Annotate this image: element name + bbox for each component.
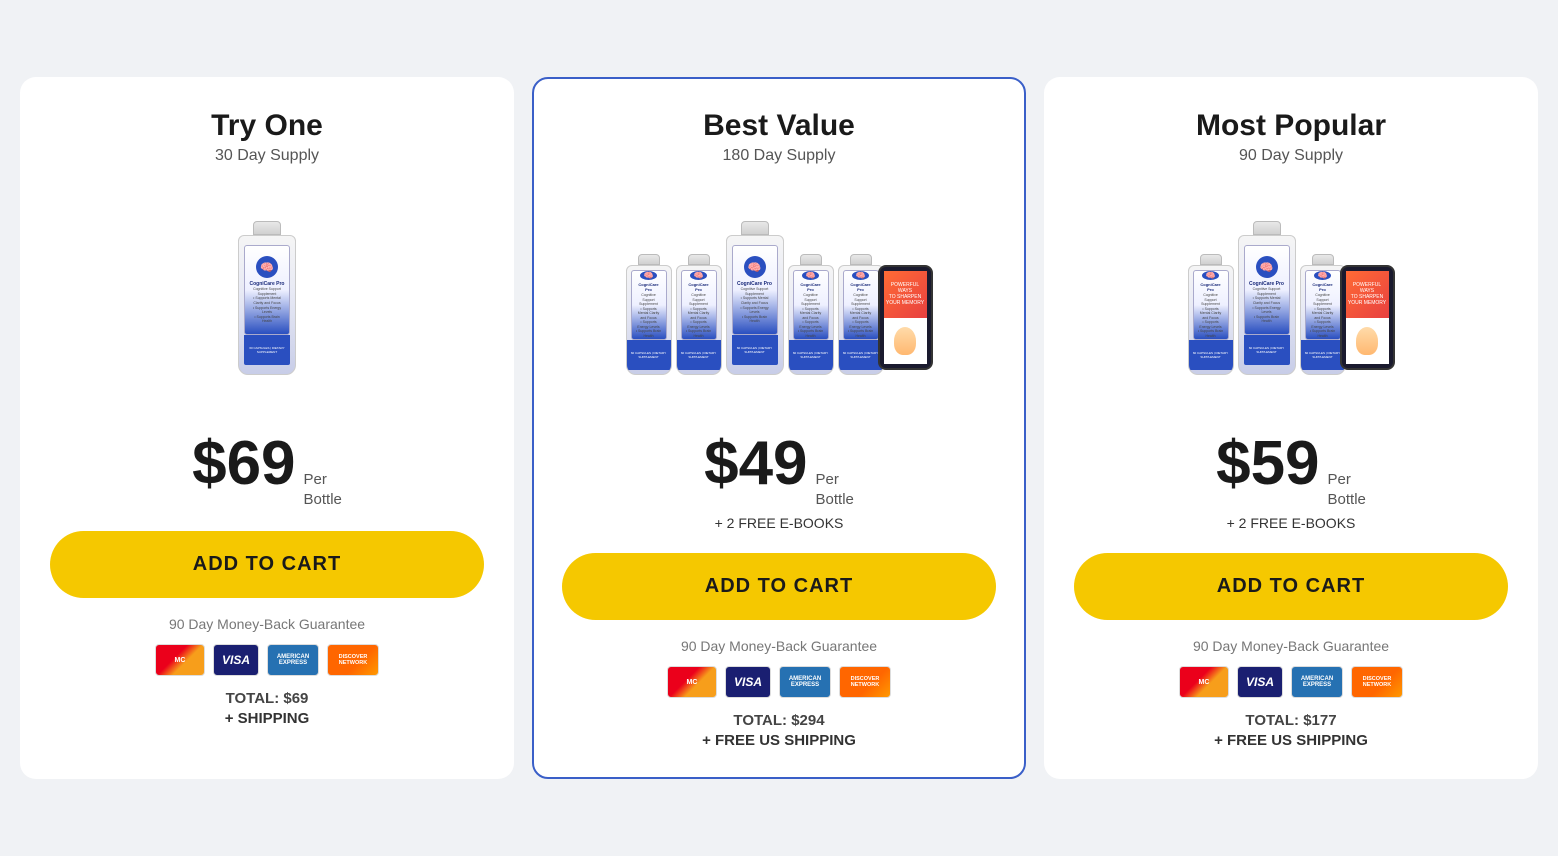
price-value: $69 bbox=[192, 433, 295, 495]
free-ebooks-label: + 2 FREE E-BOOKS bbox=[1227, 515, 1356, 531]
bottle-illustration: 🧠 CogniCare Pro Cognitive Support Supple… bbox=[838, 254, 884, 375]
add-to-cart-button[interactable]: ADD TO CART bbox=[562, 553, 996, 620]
price-label: PerBottle bbox=[304, 470, 342, 509]
card-title: Try One bbox=[211, 109, 323, 143]
bottle-illustration: 🧠 CogniCare Pro Cognitive Support Supple… bbox=[1300, 254, 1346, 375]
pricing-container: Try One 30 Day Supply 🧠 CogniCare Pro Co… bbox=[20, 77, 1538, 779]
bottle-illustration: 🧠 CogniCare Pro Cognitive Support Supple… bbox=[676, 254, 722, 375]
bottle-illustration: 🧠 CogniCare Pro Cognitive Support Supple… bbox=[788, 254, 834, 375]
bottle-illustration: 🧠 CogniCare Pro Cognitive Support Supple… bbox=[1188, 254, 1234, 375]
price-label: PerBottle bbox=[1328, 470, 1366, 509]
bottle-illustration: 🧠 CogniCare Pro Cognitive Support Supple… bbox=[1238, 221, 1296, 375]
price-row: $59 PerBottle bbox=[1216, 433, 1366, 509]
visa-icon: VISA bbox=[725, 666, 771, 698]
card-subtitle: 30 Day Supply bbox=[215, 147, 319, 165]
card-subtitle: 180 Day Supply bbox=[723, 147, 836, 165]
bottle-illustration: 🧠 CogniCare Pro Cognitive Support Supple… bbox=[726, 221, 784, 375]
shipping-text: + FREE US SHIPPING bbox=[1214, 732, 1368, 749]
discover-icon: DISCOVERNETWORK bbox=[839, 666, 891, 698]
phone-mockup: POWERFUL WAYSTO SHARPENYOUR MEMORY bbox=[878, 265, 933, 370]
guarantee-text: 90 Day Money-Back Guarantee bbox=[681, 638, 877, 654]
card-title: Most Popular bbox=[1196, 109, 1386, 143]
mastercard-icon: MC bbox=[155, 644, 205, 676]
payment-icons: MC VISA AMERICANEXPRESS DISCOVERNETWORK bbox=[667, 666, 891, 698]
amex-icon: AMERICANEXPRESS bbox=[779, 666, 831, 698]
mastercard-icon: MC bbox=[1179, 666, 1229, 698]
card-subtitle: 90 Day Supply bbox=[1239, 147, 1343, 165]
pricing-card-most-popular: Most Popular 90 Day Supply 🧠 CogniCare P… bbox=[1044, 77, 1538, 779]
add-to-cart-button[interactable]: ADD TO CART bbox=[1074, 553, 1508, 620]
visa-icon: VISA bbox=[1237, 666, 1283, 698]
free-ebooks-label: + 2 FREE E-BOOKS bbox=[715, 515, 844, 531]
payment-icons: MC VISA AMERICANEXPRESS DISCOVERNETWORK bbox=[155, 644, 379, 676]
price-row: $69 PerBottle bbox=[192, 433, 342, 509]
product-image: 🧠 CogniCare Pro Cognitive Support Supple… bbox=[1074, 183, 1508, 413]
price-label: PerBottle bbox=[816, 470, 854, 509]
discover-icon: DISCOVERNETWORK bbox=[1351, 666, 1403, 698]
card-title: Best Value bbox=[703, 109, 855, 143]
pricing-card-try-one: Try One 30 Day Supply 🧠 CogniCare Pro Co… bbox=[20, 77, 514, 779]
phone-mockup: POWERFUL WAYSTO SHARPENYOUR MEMORY bbox=[1340, 265, 1395, 370]
guarantee-text: 90 Day Money-Back Guarantee bbox=[169, 616, 365, 632]
amex-icon: AMERICANEXPRESS bbox=[1291, 666, 1343, 698]
payment-icons: MC VISA AMERICANEXPRESS DISCOVERNETWORK bbox=[1179, 666, 1403, 698]
price-value: $49 bbox=[704, 433, 807, 495]
total-text: TOTAL: $294 bbox=[733, 712, 824, 729]
price-value: $59 bbox=[1216, 433, 1319, 495]
price-row: $49 PerBottle bbox=[704, 433, 854, 509]
product-image: 🧠 CogniCare Pro Cognitive Support Supple… bbox=[562, 183, 996, 413]
shipping-text: + SHIPPING bbox=[225, 710, 310, 727]
shipping-text: + FREE US SHIPPING bbox=[702, 732, 856, 749]
add-to-cart-button[interactable]: ADD TO CART bbox=[50, 531, 484, 598]
product-image: 🧠 CogniCare Pro Cognitive Support Supple… bbox=[50, 183, 484, 413]
visa-icon: VISA bbox=[213, 644, 259, 676]
discover-icon: DISCOVERNETWORK bbox=[327, 644, 379, 676]
pricing-card-best-value: Best Value 180 Day Supply 🧠 CogniCare Pr… bbox=[532, 77, 1026, 779]
total-text: TOTAL: $69 bbox=[226, 690, 309, 707]
mastercard-icon: MC bbox=[667, 666, 717, 698]
bottle-illustration: 🧠 CogniCare Pro Cognitive Support Supple… bbox=[238, 221, 296, 375]
amex-icon: AMERICANEXPRESS bbox=[267, 644, 319, 676]
guarantee-text: 90 Day Money-Back Guarantee bbox=[1193, 638, 1389, 654]
total-text: TOTAL: $177 bbox=[1245, 712, 1336, 729]
bottle-illustration: 🧠 CogniCare Pro Cognitive Support Supple… bbox=[626, 254, 672, 375]
